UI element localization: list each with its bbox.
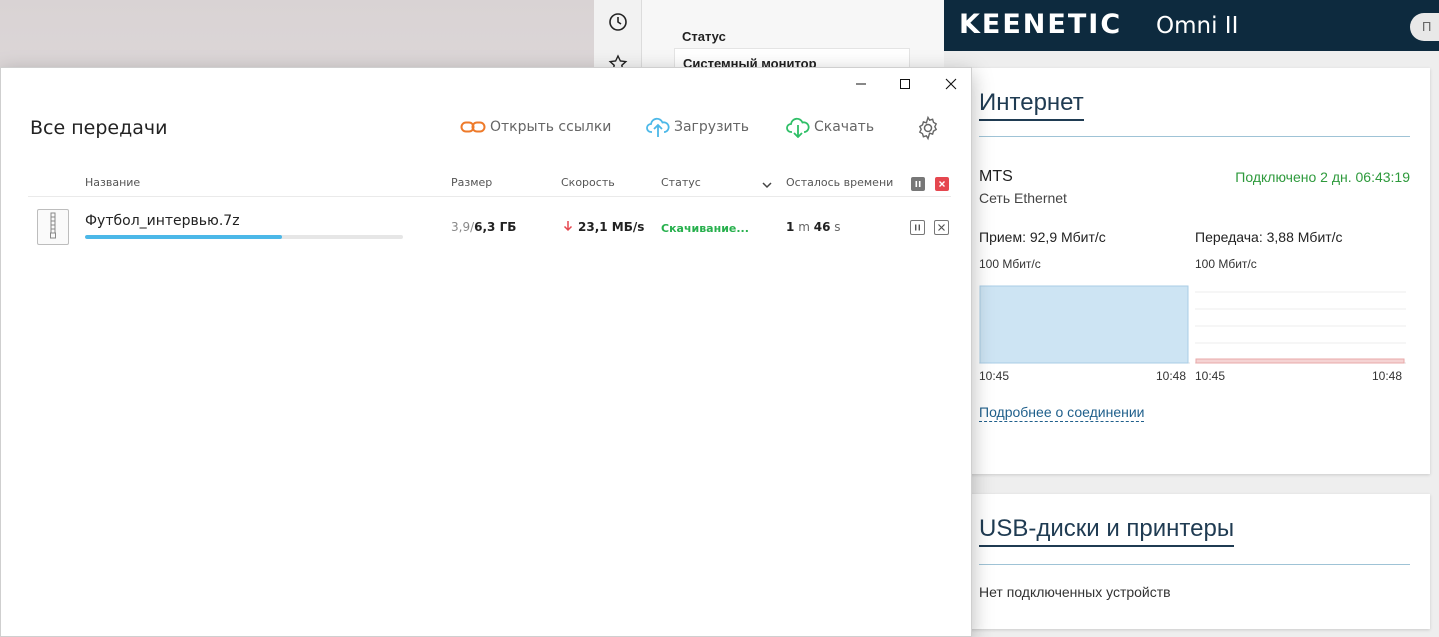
column-speed[interactable]: Скорость	[561, 176, 615, 189]
cloud-download-icon	[786, 117, 810, 138]
connection-uptime: Подключено 2 дн. 06:43:19	[1235, 169, 1410, 185]
tx-traffic-area	[1195, 358, 1405, 364]
internet-card: Интернет MTS Сеть Ethernet Подключено 2 …	[966, 68, 1430, 474]
rx-rate-label: Прием: 92,9 Мбит/с	[979, 229, 1106, 245]
eta-seconds: 46	[813, 220, 831, 234]
arrow-down-icon	[563, 221, 573, 232]
history-icon[interactable]	[606, 10, 630, 34]
open-links-button[interactable]: Открыть ссылки	[460, 114, 611, 140]
close-icon	[945, 78, 957, 90]
connection-details-link[interactable]: Подробнее о соединении	[979, 404, 1145, 422]
chevron-down-icon[interactable]	[761, 177, 773, 189]
download-progress-bar	[85, 235, 403, 239]
maximize-icon	[900, 79, 910, 89]
upload-button[interactable]: Загрузить	[646, 114, 749, 140]
download-button[interactable]: Скачать	[786, 114, 874, 140]
header-divider	[28, 196, 951, 197]
open-links-label: Открыть ссылки	[490, 119, 612, 135]
column-name[interactable]: Название	[85, 176, 140, 189]
rx-time-start: 10:45	[979, 369, 1010, 383]
tx-rate-label: Передача: 3,88 Мбит/с	[1195, 229, 1343, 245]
rx-time-end: 10:48	[1156, 369, 1187, 383]
size-downloaded: 3,9	[451, 220, 471, 234]
column-size[interactable]: Размер	[451, 176, 492, 189]
minimize-button[interactable]	[839, 72, 883, 96]
maximize-button[interactable]	[883, 72, 927, 96]
gear-icon	[918, 115, 938, 141]
card-divider	[979, 564, 1410, 565]
link-icon	[460, 121, 486, 133]
speed-value: 23,1 МБ/s	[578, 220, 645, 234]
card-divider	[979, 136, 1410, 137]
size-total: 6,3 ГБ	[474, 220, 517, 234]
usb-card-title: USB-диски и принтеры	[979, 515, 1235, 547]
usb-card: USB-диски и принтеры Нет подключенных ус…	[966, 494, 1430, 629]
tx-scale-label: 100 Мбит/с	[1195, 257, 1257, 271]
file-name[interactable]: Футбол_интервью.7z	[85, 213, 240, 229]
column-remaining[interactable]: Осталось времени	[786, 176, 893, 189]
tx-time-end: 10:48	[1372, 369, 1403, 383]
tx-time-start: 10:45	[1195, 369, 1226, 383]
time-remaining: 1 m 46 s	[786, 220, 841, 234]
pause-button[interactable]	[910, 220, 925, 235]
internet-card-title: Интернет	[979, 89, 1084, 121]
archive-file-icon	[37, 209, 69, 245]
pause-icon	[915, 224, 920, 231]
close-icon	[939, 181, 945, 187]
nav-section-status[interactable]: Статус	[682, 29, 726, 44]
usb-empty-text: Нет подключенных устройств	[979, 584, 1171, 600]
pause-all-button[interactable]	[911, 177, 925, 191]
cloud-upload-icon	[646, 117, 670, 137]
download-label: Скачать	[814, 119, 875, 135]
model-name: Omni II	[1156, 13, 1239, 39]
eta-minutes-unit: m	[798, 220, 810, 234]
download-manager-window: Все передачи Открыть ссылки Загрузить Ск…	[0, 67, 972, 637]
rx-traffic-graph	[979, 285, 1190, 364]
minimize-icon	[856, 83, 866, 85]
upload-label: Загрузить	[674, 119, 750, 135]
provider-name: MTS	[979, 168, 1013, 185]
tx-traffic-graph	[1195, 291, 1406, 364]
pause-icon	[915, 181, 921, 187]
rx-scale-label: 100 Мбит/с	[979, 257, 1041, 271]
close-icon	[938, 224, 945, 231]
eta-minutes: 1	[786, 220, 795, 234]
header-button[interactable]: П	[1410, 13, 1439, 41]
rx-traffic-area	[979, 285, 1189, 364]
file-size: 3,9/6,3 ГБ	[451, 220, 516, 234]
download-speed: 23,1 МБ/s	[563, 220, 644, 234]
brand-logo: KEENETIC	[959, 9, 1123, 40]
router-header: KEENETIC Omni II П	[944, 0, 1439, 51]
cancel-button[interactable]	[934, 220, 949, 235]
page-title: Все передачи	[30, 117, 168, 139]
connection-type: Сеть Ethernet	[979, 190, 1067, 206]
settings-button[interactable]	[915, 115, 941, 141]
download-progress-fill	[85, 235, 283, 239]
cancel-all-button[interactable]	[935, 177, 949, 191]
status-badge: Скачивание...	[661, 222, 749, 235]
column-status[interactable]: Статус	[661, 176, 701, 189]
eta-seconds-unit: s	[834, 220, 841, 234]
close-button[interactable]	[929, 72, 973, 96]
